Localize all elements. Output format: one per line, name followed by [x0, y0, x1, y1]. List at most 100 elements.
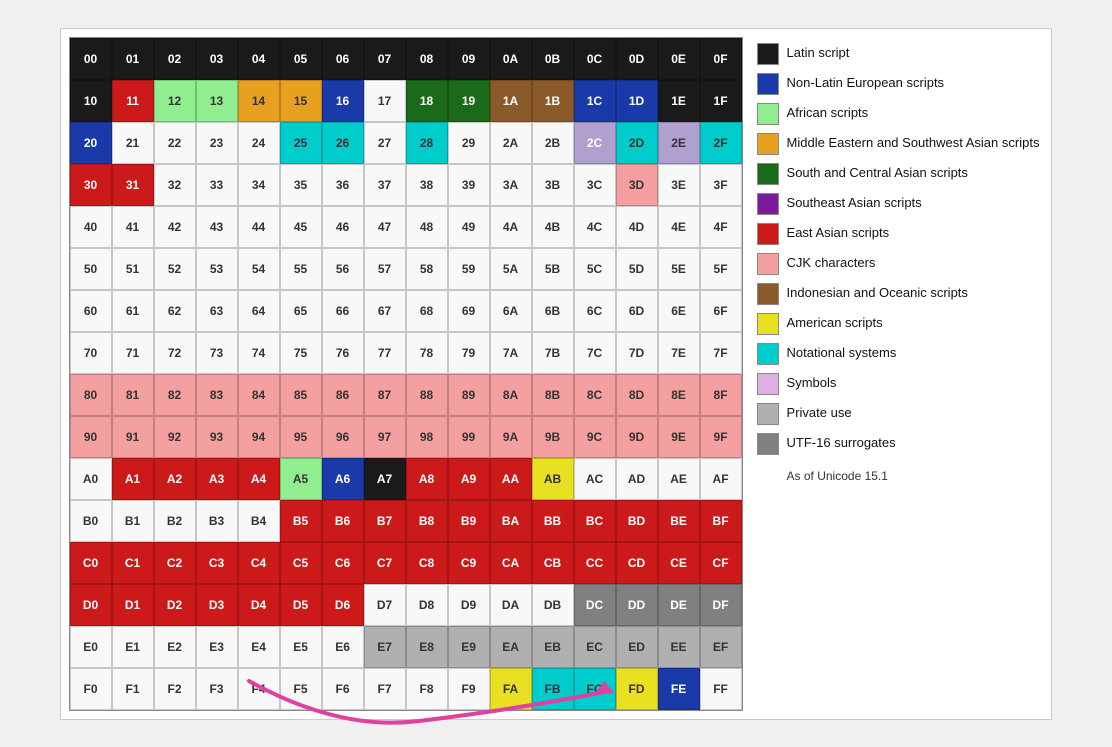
main-container: 000102030405060708090A0B0C0D0E0F10111213…: [60, 28, 1053, 720]
grid-cell-FF: FF: [700, 668, 742, 710]
grid-cell-03: 03: [196, 38, 238, 80]
grid-cell-C6: C6: [322, 542, 364, 584]
grid-cell-2E: 2E: [658, 122, 700, 164]
grid-cell-B5: B5: [280, 500, 322, 542]
grid-cell-06: 06: [322, 38, 364, 80]
legend-swatch-utf16-surrogates: [757, 433, 779, 455]
grid-cell-F8: F8: [406, 668, 448, 710]
grid-cell-BA: BA: [490, 500, 532, 542]
grid-cell-49: 49: [448, 206, 490, 248]
grid-cell-D6: D6: [322, 584, 364, 626]
grid-cell-16: 16: [322, 80, 364, 122]
grid-cell-C8: C8: [406, 542, 448, 584]
grid-cell-8B: 8B: [532, 374, 574, 416]
grid-cell-7B: 7B: [532, 332, 574, 374]
grid-cell-C0: C0: [70, 542, 112, 584]
grid-cell-3A: 3A: [490, 164, 532, 206]
grid-cell-C9: C9: [448, 542, 490, 584]
grid-cell-56: 56: [322, 248, 364, 290]
grid-cell-45: 45: [280, 206, 322, 248]
legend-swatch-american: [757, 313, 779, 335]
grid-cell-34: 34: [238, 164, 280, 206]
legend-label-symbols: Symbols: [787, 375, 837, 392]
grid-cell-7A: 7A: [490, 332, 532, 374]
grid-cell-9B: 9B: [532, 416, 574, 458]
grid-cell-6C: 6C: [574, 290, 616, 332]
grid-cell-30: 30: [70, 164, 112, 206]
grid-cell-55: 55: [280, 248, 322, 290]
unicode-version-note: As of Unicode 15.1: [757, 469, 1040, 483]
grid-cell-EF: EF: [700, 626, 742, 668]
legend-swatch-latin: [757, 43, 779, 65]
unicode-grid: 000102030405060708090A0B0C0D0E0F10111213…: [69, 37, 743, 711]
grid-cell-89: 89: [448, 374, 490, 416]
legend-label-indonesian-oceanic: Indonesian and Oceanic scripts: [787, 285, 968, 302]
legend-label-utf16-surrogates: UTF-16 surrogates: [787, 435, 896, 452]
grid-cell-E4: E4: [238, 626, 280, 668]
legend-label-cjk: CJK characters: [787, 255, 876, 272]
grid-cell-65: 65: [280, 290, 322, 332]
grid-cell-27: 27: [364, 122, 406, 164]
grid-cell-2D: 2D: [616, 122, 658, 164]
grid-cell-CB: CB: [532, 542, 574, 584]
grid-cell-4E: 4E: [658, 206, 700, 248]
grid-cell-05: 05: [280, 38, 322, 80]
grid-cell-91: 91: [112, 416, 154, 458]
grid-cell-BB: BB: [532, 500, 574, 542]
grid-cell-D3: D3: [196, 584, 238, 626]
grid-cell-BE: BE: [658, 500, 700, 542]
grid-cell-B6: B6: [322, 500, 364, 542]
grid-cell-B3: B3: [196, 500, 238, 542]
legend-item-cjk: CJK characters: [757, 251, 1040, 277]
grid-cell-47: 47: [364, 206, 406, 248]
grid-cell-7D: 7D: [616, 332, 658, 374]
grid-cell-1A: 1A: [490, 80, 532, 122]
legend-label-southeast-asian: Southeast Asian scripts: [787, 195, 922, 212]
grid-cell-D9: D9: [448, 584, 490, 626]
grid-cell-E9: E9: [448, 626, 490, 668]
grid-cell-C3: C3: [196, 542, 238, 584]
legend-label-african: African scripts: [787, 105, 869, 122]
grid-cell-A6: A6: [322, 458, 364, 500]
grid-cell-1B: 1B: [532, 80, 574, 122]
grid-cell-73: 73: [196, 332, 238, 374]
grid-cell-12: 12: [154, 80, 196, 122]
grid-cell-04: 04: [238, 38, 280, 80]
grid-cell-13: 13: [196, 80, 238, 122]
grid-cell-CC: CC: [574, 542, 616, 584]
grid-cell-FC: FC: [574, 668, 616, 710]
legend-label-american: American scripts: [787, 315, 883, 332]
grid-cell-14: 14: [238, 80, 280, 122]
grid-cell-A4: A4: [238, 458, 280, 500]
grid-cell-BD: BD: [616, 500, 658, 542]
grid-cell-DA: DA: [490, 584, 532, 626]
grid-cell-21: 21: [112, 122, 154, 164]
grid-cell-85: 85: [280, 374, 322, 416]
grid-cell-A7: A7: [364, 458, 406, 500]
grid-cell-42: 42: [154, 206, 196, 248]
grid-cell-9C: 9C: [574, 416, 616, 458]
grid-cell-F6: F6: [322, 668, 364, 710]
grid-cell-B0: B0: [70, 500, 112, 542]
grid-cell-DF: DF: [700, 584, 742, 626]
grid-cell-F2: F2: [154, 668, 196, 710]
grid-cell-52: 52: [154, 248, 196, 290]
grid-cell-9E: 9E: [658, 416, 700, 458]
grid-cell-37: 37: [364, 164, 406, 206]
grid-cell-0B: 0B: [532, 38, 574, 80]
grid-cell-0F: 0F: [700, 38, 742, 80]
grid-cell-D0: D0: [70, 584, 112, 626]
grid-cell-B1: B1: [112, 500, 154, 542]
grid-cell-0A: 0A: [490, 38, 532, 80]
grid-cell-3D: 3D: [616, 164, 658, 206]
legend-swatch-indonesian-oceanic: [757, 283, 779, 305]
grid-cell-5F: 5F: [700, 248, 742, 290]
legend-item-non-latin-european: Non-Latin European scripts: [757, 71, 1040, 97]
legend-item-latin: Latin script: [757, 41, 1040, 67]
grid-cell-DD: DD: [616, 584, 658, 626]
grid-cell-8A: 8A: [490, 374, 532, 416]
grid-cell-4D: 4D: [616, 206, 658, 248]
legend-swatch-non-latin-european: [757, 73, 779, 95]
grid-cell-E3: E3: [196, 626, 238, 668]
grid-cell-64: 64: [238, 290, 280, 332]
